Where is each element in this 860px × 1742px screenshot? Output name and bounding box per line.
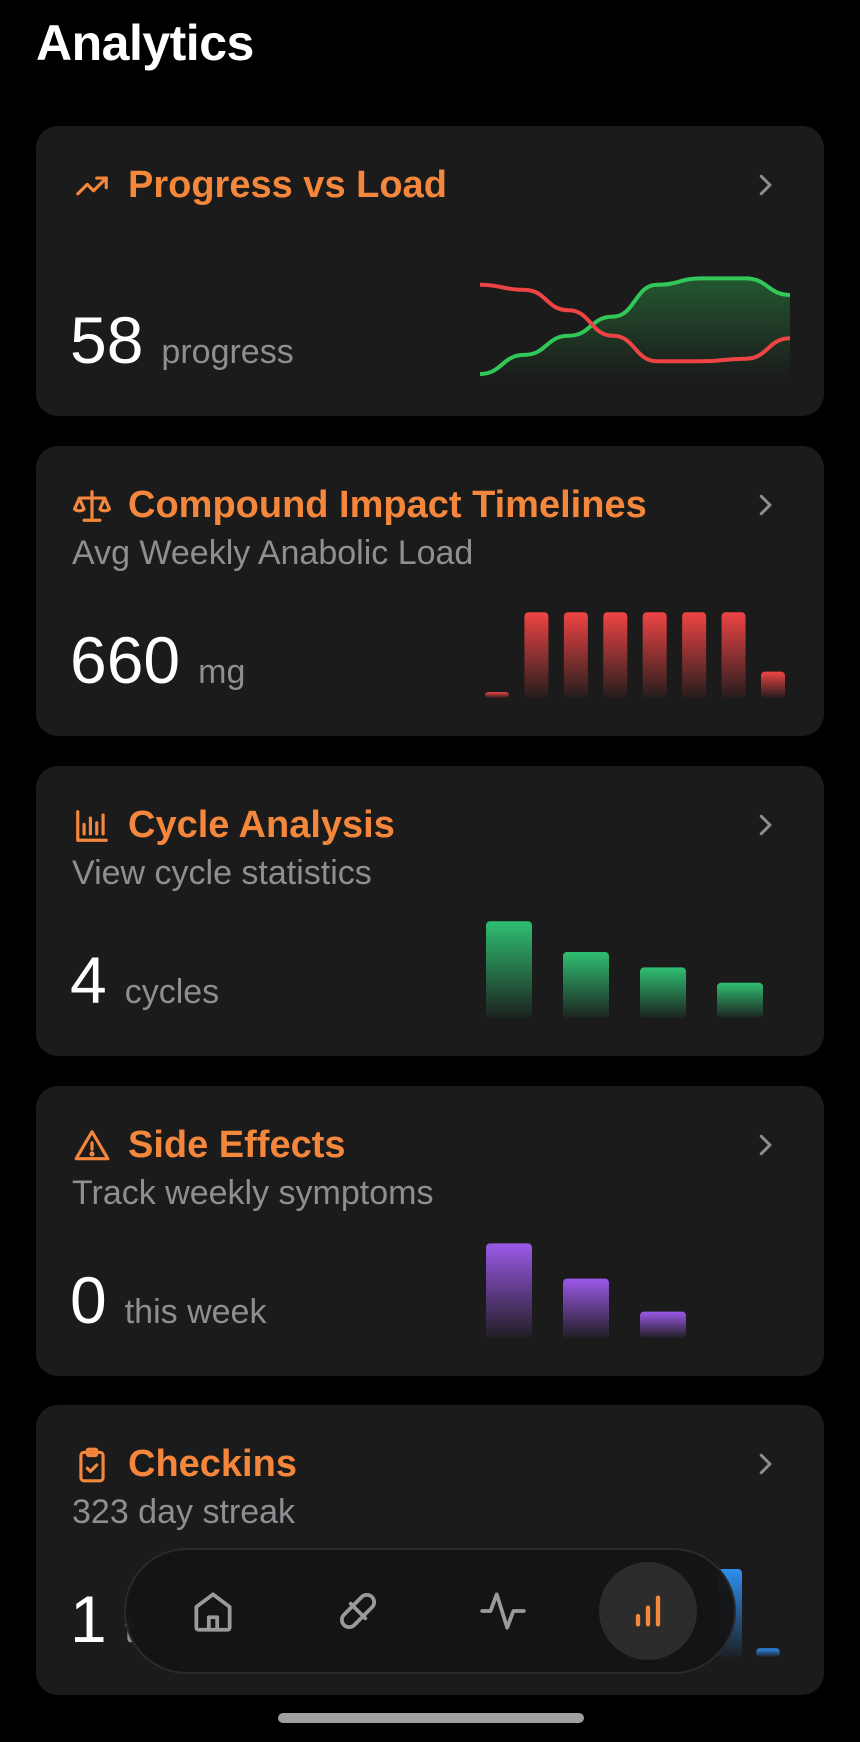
chart-area: [480, 278, 790, 378]
bar-chart-icon: [72, 806, 112, 846]
card-title: Checkins: [128, 1443, 297, 1485]
card-subtitle: 323 day streak: [72, 1493, 296, 1531]
chart-bar: [485, 692, 509, 698]
chart-bar: [761, 671, 785, 698]
anabolic-load-bar-chart: [485, 612, 785, 698]
clipboard-check-icon: [72, 1445, 112, 1485]
trending-up-icon: [72, 166, 112, 206]
tab-home[interactable]: [164, 1562, 262, 1660]
chevron-right-icon: [759, 494, 772, 516]
progress-load-line-chart: [480, 276, 790, 378]
pulse-icon: [479, 1592, 526, 1630]
tab-compounds[interactable]: [309, 1562, 407, 1660]
metric-unit: progress: [161, 333, 294, 371]
chart-bar: [603, 612, 628, 698]
metric-unit: this week: [124, 1293, 267, 1331]
metric-value: 660: [70, 623, 181, 697]
metric-value: 4: [70, 943, 107, 1017]
chart-bar: [682, 612, 707, 698]
metric-value: 58: [70, 303, 144, 377]
page-title: Analytics: [36, 15, 254, 71]
side-effects-bar-chart: [486, 1243, 686, 1338]
chart-bar: [563, 952, 609, 1018]
side-effects-card[interactable]: Side Effects Track weekly symptoms 0 thi…: [36, 1086, 824, 1376]
chart-bar: [524, 612, 549, 698]
card-title: Compound Impact Timelines: [128, 484, 647, 526]
chart-bar: [640, 967, 686, 1018]
home-icon: [193, 1592, 232, 1632]
chart-bar: [756, 1648, 780, 1657]
compound-impact-card[interactable]: Compound Impact Timelines Avg Weekly Ana…: [36, 446, 824, 736]
card-subtitle: Avg Weekly Anabolic Load: [72, 534, 474, 572]
chart-bar: [563, 612, 588, 698]
chevron-right-icon: [759, 174, 772, 196]
card-subtitle: Track weekly symptoms: [72, 1174, 434, 1212]
chevron-right-icon: [759, 1453, 772, 1475]
chart-bar: [640, 1311, 686, 1338]
metric-unit: cycles: [124, 973, 220, 1011]
metric-value: 1: [70, 1582, 107, 1656]
chart-bar: [486, 921, 532, 1018]
warning-icon: [72, 1126, 112, 1166]
cycle-bar-chart: [486, 921, 763, 1018]
chart-bar: [563, 1278, 609, 1338]
card-subtitle: View cycle statistics: [72, 854, 372, 892]
scale-icon: [72, 486, 112, 526]
card-title: Side Effects: [128, 1124, 346, 1166]
tab-activity[interactable]: [454, 1562, 552, 1660]
card-title: Progress vs Load: [128, 164, 447, 206]
card-title: Cycle Analysis: [128, 804, 395, 846]
chevron-right-icon: [759, 1134, 772, 1156]
chart-bar: [642, 612, 667, 698]
tab-analytics[interactable]: [598, 1562, 697, 1660]
cycle-analysis-card[interactable]: Cycle Analysis View cycle statistics 4 c…: [36, 766, 824, 1056]
tab-bar: [124, 1548, 736, 1674]
home-indicator: [278, 1713, 584, 1723]
progress-vs-load-card[interactable]: Progress vs Load 58 progress: [36, 126, 824, 416]
metric-unit: mg: [198, 653, 246, 691]
chart-bar: [486, 1243, 532, 1338]
chart-bar: [717, 982, 763, 1018]
pill-icon: [339, 1592, 376, 1630]
analytics-icon: [635, 1595, 660, 1627]
chevron-right-icon: [759, 814, 772, 836]
metric-value: 0: [70, 1263, 107, 1337]
chart-bar: [721, 612, 746, 698]
